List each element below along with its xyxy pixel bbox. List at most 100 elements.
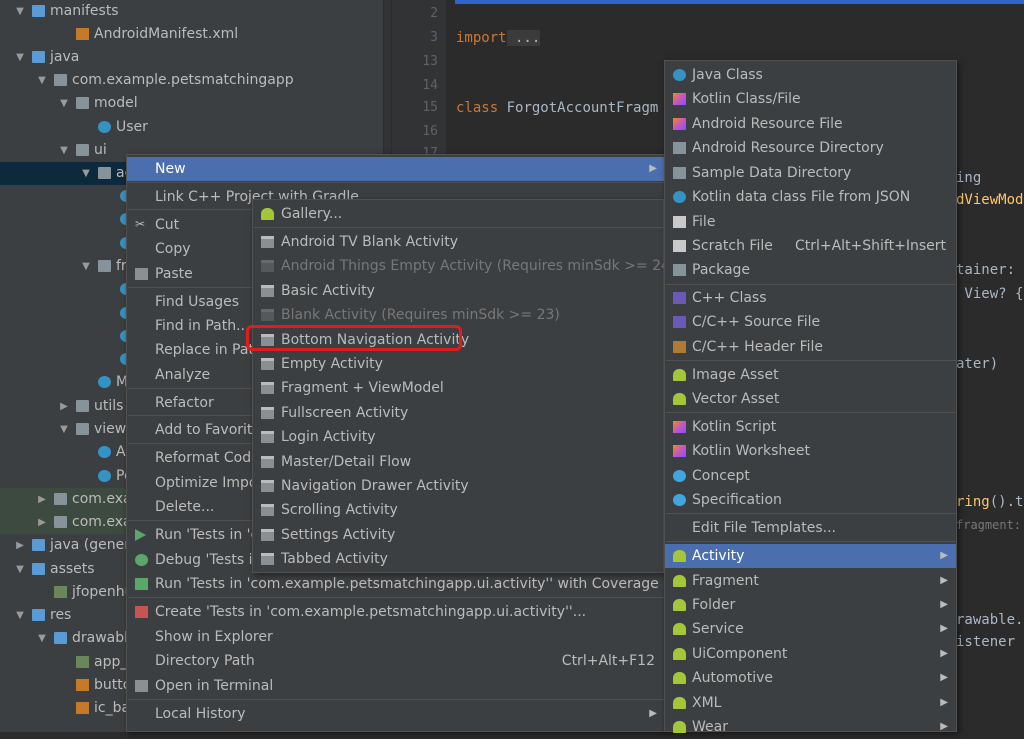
editor-top-accent: [455, 0, 1024, 4]
menu-item[interactable]: Scratch File Ctrl+Alt+Shift+Insert: [665, 234, 956, 258]
expand-arrow-icon[interactable]: ▼: [14, 604, 26, 627]
menu-item[interactable]: Specification: [665, 488, 956, 512]
menu-item[interactable]: Navigation Drawer Activity: [253, 474, 663, 498]
expand-arrow-icon[interactable]: ▼: [58, 92, 70, 115]
folder-icon: [32, 609, 45, 621]
menu-item[interactable]: Java Class: [665, 63, 956, 87]
menu-item[interactable]: Android Resource File: [665, 112, 956, 136]
menu-item[interactable]: Kotlin Worksheet: [665, 439, 956, 463]
expand-arrow-icon[interactable]: ▼: [14, 46, 26, 69]
expand-arrow-icon[interactable]: ▼: [58, 418, 70, 441]
menu-item[interactable]: Local History ▶: [127, 702, 665, 726]
menu-item[interactable]: Service ▶: [665, 617, 956, 641]
menu-item[interactable]: Gallery...: [253, 202, 663, 226]
menu-item[interactable]: UiComponent ▶: [665, 642, 956, 666]
expand-arrow-icon[interactable]: ▼: [80, 255, 92, 278]
menu-item[interactable]: New ▶: [127, 157, 665, 181]
menu-item[interactable]: Sample Data Directory: [665, 161, 956, 185]
tree-row[interactable]: ▼ manifests: [0, 0, 383, 23]
menu-item[interactable]: Package: [665, 258, 956, 282]
expand-arrow-icon[interactable]: ▶: [36, 511, 48, 534]
menu-item[interactable]: Edit File Templates...: [665, 516, 956, 540]
menu-item[interactable]: Fullscreen Activity: [253, 401, 663, 425]
code-line-class: class ForgotAccountFragm: [456, 100, 659, 116]
menu-item[interactable]: Empty Activity: [253, 352, 663, 376]
menu-item[interactable]: Image Asset: [665, 363, 956, 387]
menu-item-label: Tabbed Activity: [281, 551, 388, 567]
menu-item-label: Empty Activity: [281, 356, 383, 372]
menu-item[interactable]: Master/Detail Flow: [253, 450, 663, 474]
menu-item-label: Vector Asset: [692, 391, 780, 407]
tree-row[interactable]: ▼ java: [0, 46, 383, 69]
tree-item-label: User: [116, 119, 148, 135]
menu-item-label: Service: [692, 621, 744, 637]
menu-item[interactable]: Android Resource Directory: [665, 136, 956, 160]
menu-item[interactable]: Scrolling Activity: [253, 498, 663, 522]
menu-item[interactable]: XML ▶: [665, 691, 956, 715]
menu-item[interactable]: C/C++ Source File: [665, 310, 956, 334]
menu-item[interactable]: Fragment + ViewModel: [253, 376, 663, 400]
menu-item-label: Kotlin Worksheet: [692, 443, 810, 459]
menu-item[interactable]: Show in Explorer: [127, 625, 665, 649]
menu-item-label: Analyze: [155, 367, 211, 383]
menu-item[interactable]: Activity ▶: [665, 544, 956, 568]
menu-item[interactable]: Directory Path Ctrl+Alt+F12: [127, 649, 665, 673]
menu-item[interactable]: C/C++ Header File: [665, 335, 956, 359]
line-number: 14: [422, 78, 438, 93]
expand-arrow-icon[interactable]: ▼: [36, 69, 48, 92]
tree-row[interactable]: ▼ com.example.petsmatchingapp: [0, 69, 383, 92]
template-icon: [261, 407, 274, 419]
run-icon: [135, 529, 146, 541]
package-icon: [98, 260, 111, 272]
expand-arrow-icon[interactable]: ▼: [14, 558, 26, 581]
menu-item-label: Android Things Empty Activity (Requires …: [281, 258, 676, 274]
menu-item[interactable]: Kotlin Script: [665, 415, 956, 439]
menu-item[interactable]: Fragment ▶: [665, 569, 956, 593]
expand-arrow-icon[interactable]: ▼: [80, 162, 92, 185]
menu-item[interactable]: Android TV Blank Activity: [253, 230, 663, 254]
template-icon: [261, 236, 274, 248]
android-icon: [673, 623, 686, 635]
code-fragment: fragment:: [956, 518, 1022, 532]
menu-item[interactable]: Open in Terminal: [127, 674, 665, 698]
menu-item[interactable]: Wear ▶: [665, 715, 956, 739]
package-icon: [76, 97, 89, 109]
menu-item[interactable]: Automotive ▶: [665, 666, 956, 690]
menu-item-label: Fullscreen Activity: [281, 405, 409, 421]
expand-arrow-icon[interactable]: ▶: [14, 534, 26, 557]
expand-arrow-icon[interactable]: ▶: [36, 488, 48, 511]
tree-row[interactable]: AndroidManifest.xml: [0, 23, 383, 46]
expand-arrow-icon[interactable]: ▼: [58, 139, 70, 162]
submenu-arrow-icon: ▶: [649, 708, 657, 719]
menu-item[interactable]: Login Activity: [253, 425, 663, 449]
menu-item-label: Automotive: [692, 670, 773, 686]
menu-item-label: Paste: [155, 266, 193, 282]
expand-arrow-icon[interactable]: ▼: [14, 0, 26, 23]
menu-item[interactable]: Basic Activity: [253, 279, 663, 303]
menu-item-label: C++ Class: [692, 290, 767, 306]
menu-item[interactable]: Run 'Tests in 'com.example.petsmatchinga…: [127, 572, 665, 596]
package-icon: [76, 400, 89, 412]
menu-item[interactable]: Concept: [665, 464, 956, 488]
menu-item-label: Wear: [692, 719, 728, 735]
package-icon: [76, 144, 89, 156]
submenu-arrow-icon: ▶: [940, 648, 948, 659]
menu-item[interactable]: Vector Asset: [665, 387, 956, 411]
code-fragment: tainer: V: [956, 262, 1024, 278]
expand-arrow-icon[interactable]: ▶: [58, 395, 70, 418]
menu-item[interactable]: File: [665, 210, 956, 234]
paste-icon: [135, 268, 148, 280]
expand-arrow-icon[interactable]: ▼: [36, 627, 48, 650]
kotlin-icon: [673, 93, 686, 105]
menu-item[interactable]: Create 'Tests in 'com.example.petsmatchi…: [127, 600, 665, 624]
menu-item[interactable]: Folder ▶: [665, 593, 956, 617]
tree-row[interactable]: User: [0, 116, 383, 139]
menu-item-label: Copy: [155, 241, 191, 257]
menu-item[interactable]: Settings Activity: [253, 523, 663, 547]
menu-item[interactable]: Tabbed Activity: [253, 547, 663, 571]
menu-item[interactable]: Kotlin Class/File: [665, 87, 956, 111]
menu-item[interactable]: Kotlin data class File from JSON: [665, 185, 956, 209]
menu-item-label: Create 'Tests in 'com.example.petsmatchi…: [155, 604, 587, 620]
tree-row[interactable]: ▼ model: [0, 92, 383, 115]
menu-item[interactable]: C++ Class: [665, 286, 956, 310]
